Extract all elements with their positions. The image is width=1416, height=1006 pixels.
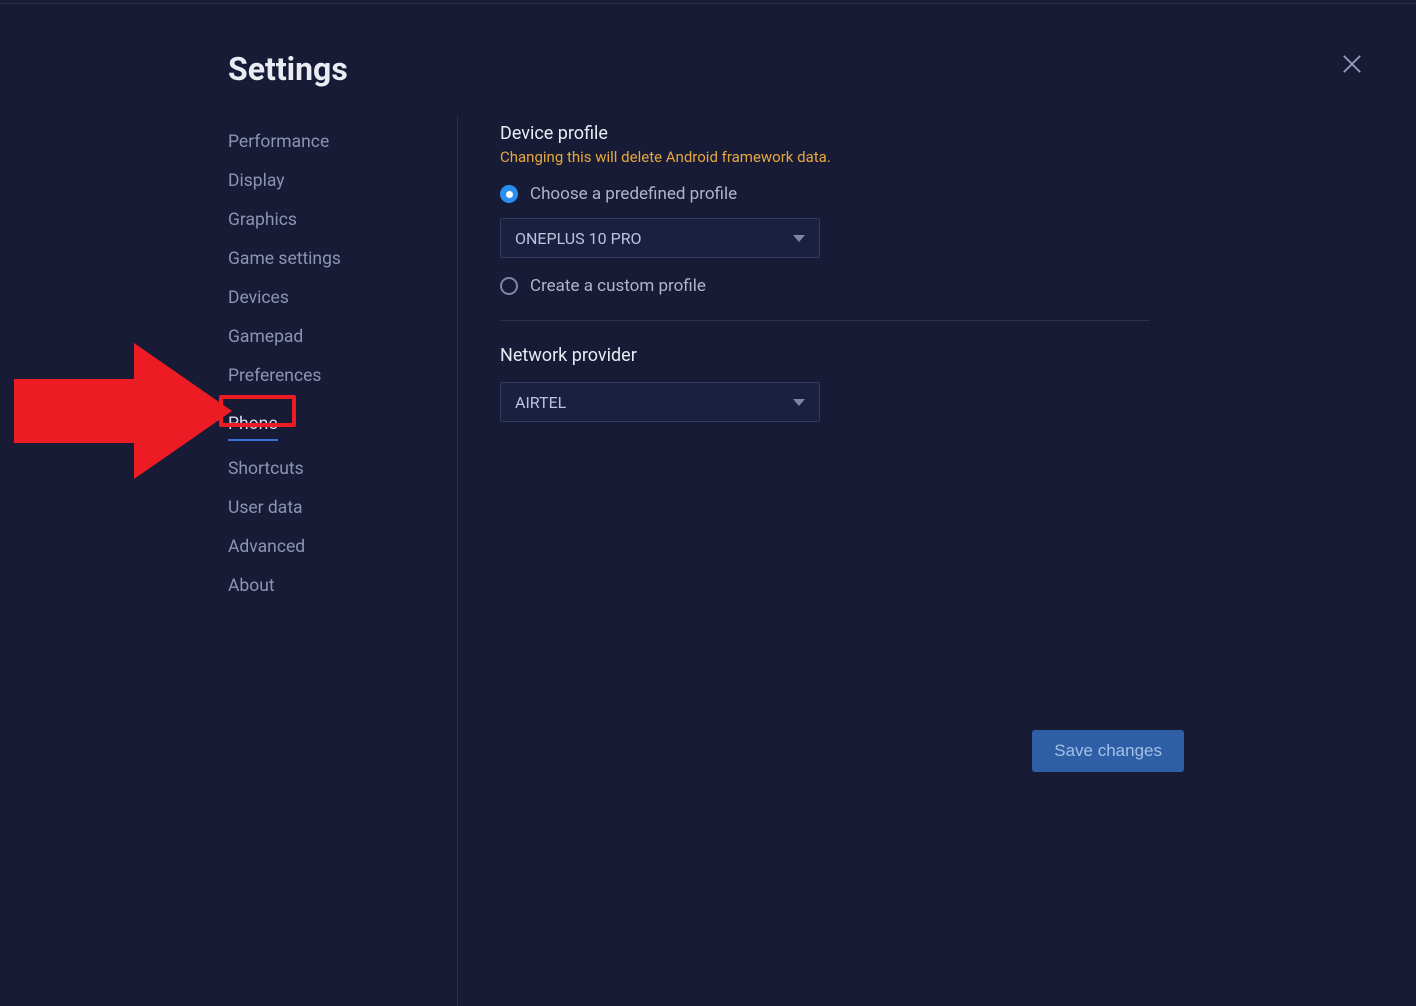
device-profile-warning: Changing this will delete Android framew…	[500, 148, 1188, 166]
sidebar-item-performance[interactable]: Performance	[228, 123, 458, 162]
chevron-down-icon	[793, 399, 805, 406]
sidebar-item-graphics[interactable]: Graphics	[228, 201, 458, 240]
sidebar: Performance Display Graphics Game settin…	[228, 123, 458, 606]
sidebar-item-shortcuts[interactable]: Shortcuts	[228, 450, 458, 489]
network-provider-value: AIRTEL	[515, 393, 566, 412]
predefined-profile-value: ONEPLUS 10 PRO	[515, 229, 642, 248]
radio-predefined-label: Choose a predefined profile	[530, 184, 737, 204]
radio-custom[interactable]	[500, 277, 518, 295]
save-changes-button[interactable]: Save changes	[1032, 730, 1184, 772]
sidebar-item-devices[interactable]: Devices	[228, 279, 458, 318]
sidebar-item-gamepad[interactable]: Gamepad	[228, 318, 458, 357]
sidebar-item-game-settings[interactable]: Game settings	[228, 240, 458, 279]
predefined-profile-select[interactable]: ONEPLUS 10 PRO	[500, 218, 820, 258]
sidebar-item-phone[interactable]: Phone	[228, 405, 278, 441]
chevron-down-icon	[793, 235, 805, 242]
network-provider-select[interactable]: AIRTEL	[500, 382, 820, 422]
device-profile-title: Device profile	[500, 123, 1188, 144]
radio-predefined-row[interactable]: Choose a predefined profile	[500, 184, 1188, 204]
page-title: Settings	[228, 50, 1188, 88]
sidebar-item-display[interactable]: Display	[228, 162, 458, 201]
sidebar-item-user-data[interactable]: User data	[228, 489, 458, 528]
sidebar-item-about[interactable]: About	[228, 567, 458, 606]
radio-custom-label: Create a custom profile	[530, 276, 706, 296]
sidebar-divider	[457, 115, 458, 1006]
sidebar-item-preferences[interactable]: Preferences	[228, 357, 458, 396]
network-provider-title: Network provider	[500, 345, 1188, 366]
radio-custom-row[interactable]: Create a custom profile	[500, 276, 1188, 296]
sidebar-item-advanced[interactable]: Advanced	[228, 528, 458, 567]
main-panel: Device profile Changing this will delete…	[458, 123, 1188, 606]
section-divider	[500, 320, 1150, 321]
radio-predefined[interactable]	[500, 185, 518, 203]
